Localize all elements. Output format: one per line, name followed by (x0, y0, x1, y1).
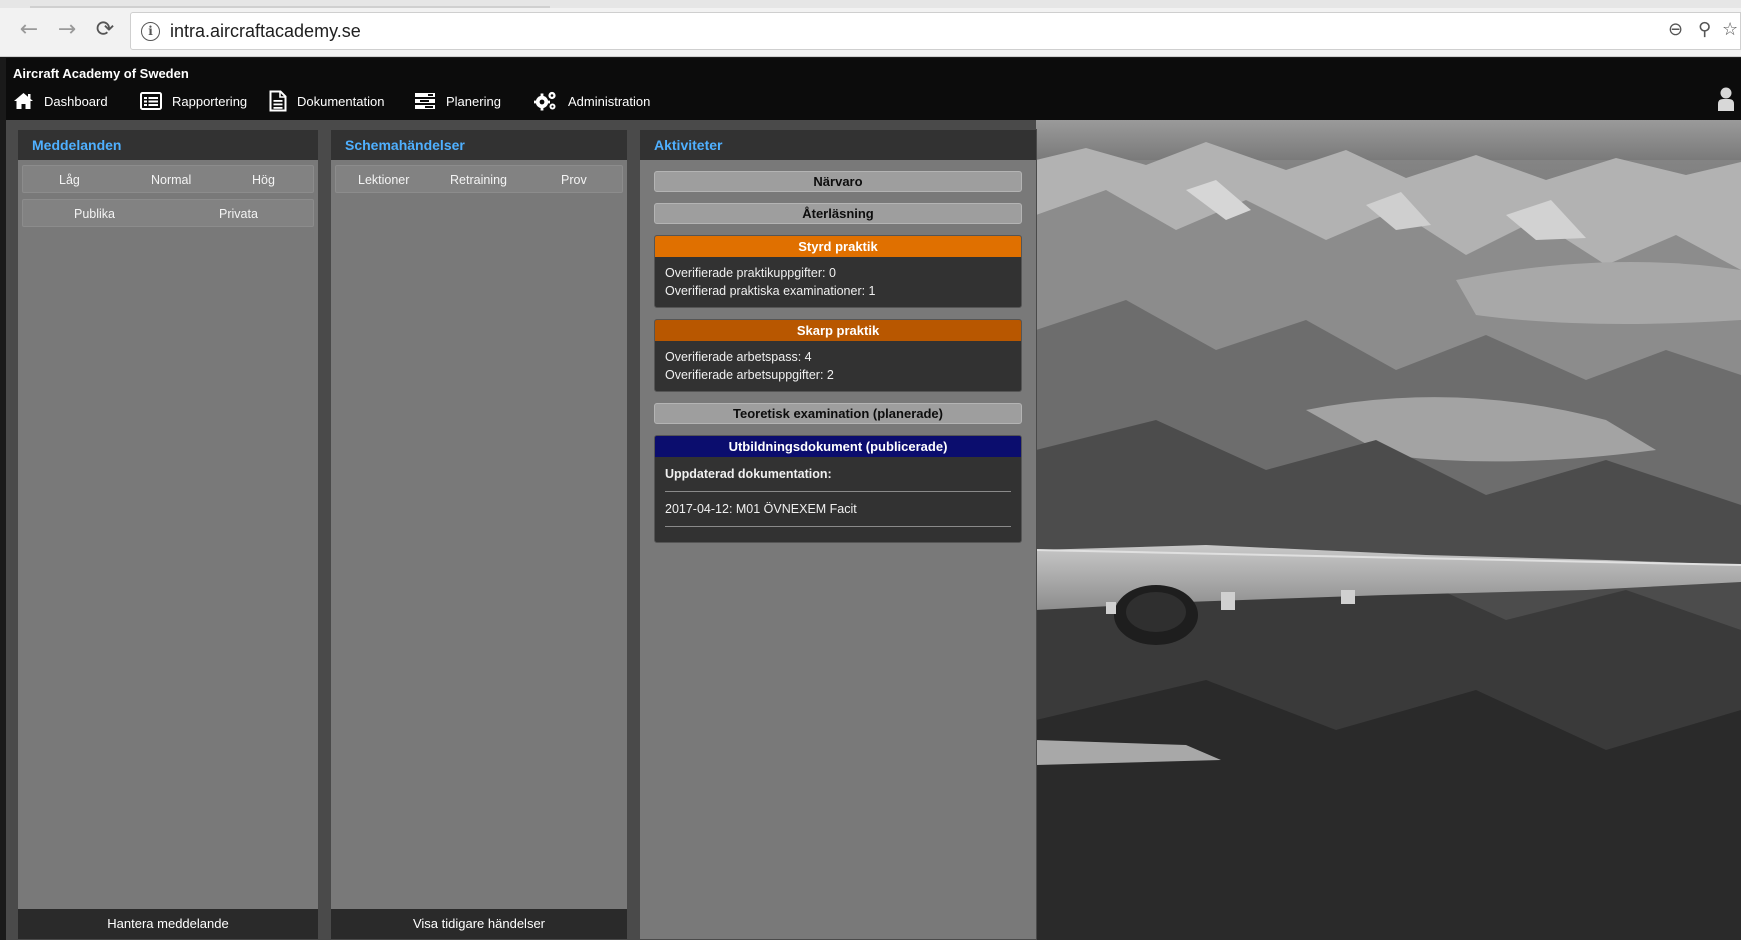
nav-rapportering[interactable]: Rapportering (140, 88, 247, 114)
skarp-praktik-arbetspass: Overifierade arbetspass: 4 (665, 350, 812, 364)
meddelanden-title: Meddelanden (18, 130, 318, 160)
teoretisk-examination-button[interactable]: Teoretisk examination (planerade) (654, 403, 1022, 424)
nav-administration[interactable]: Administration (534, 88, 650, 114)
meddelanden-panel: Meddelanden Låg Normal Hög Publika Priva… (17, 129, 319, 940)
document-icon (269, 90, 287, 112)
skarp-praktik-arbetsuppgifter: Overifierade arbetsuppgifter: 2 (665, 368, 834, 382)
pin-icon[interactable]: ⚲ (1698, 19, 1711, 40)
filter-privata[interactable]: Privata (219, 207, 258, 221)
aktiviteter-title: Aktiviteter (640, 130, 1036, 160)
nav-administration-label: Administration (568, 93, 651, 109)
styrd-praktik-examinationer: Overifierad praktiska examinationer: 1 (665, 284, 876, 298)
tasks-icon (415, 93, 435, 109)
divider (665, 526, 1011, 527)
skarp-praktik-header[interactable]: Skarp praktik (655, 320, 1021, 341)
filter-hog[interactable]: Hög (252, 173, 275, 187)
browser-chrome: ← → ⟳ i intra.aircraftacademy.se ⊖ ⚲ ☆ (0, 0, 1741, 57)
nav-planering-label: Planering (446, 93, 501, 109)
back-arrow-icon[interactable]: ← (16, 17, 42, 43)
url-text[interactable]: intra.aircraftacademy.se (170, 21, 361, 42)
gears-icon (534, 91, 556, 111)
hantera-meddelande-button[interactable]: Hantera meddelande (18, 909, 318, 939)
brand-title[interactable]: Aircraft Academy of Sweden (13, 66, 189, 81)
nav-dashboard-label: Dashboard (44, 93, 108, 109)
schema-filter-bar: Lektioner Retraining Prov (335, 165, 623, 193)
styrd-praktik-header[interactable]: Styrd praktik (655, 236, 1021, 257)
star-icon[interactable]: ☆ (1722, 19, 1738, 40)
filter-publika[interactable]: Publika (74, 207, 115, 221)
nav-dashboard[interactable]: Dashboard (13, 88, 108, 114)
priority-filter-bar: Låg Normal Hög (22, 165, 314, 193)
filter-normal[interactable]: Normal (151, 173, 191, 187)
reload-icon[interactable]: ⟳ (92, 17, 118, 43)
filter-retraining[interactable]: Retraining (450, 173, 507, 187)
aterlasning-button[interactable]: Återläsning (654, 203, 1022, 224)
utbildningsdokument-header[interactable]: Utbildningsdokument (publicerade) (655, 436, 1021, 457)
filter-prov[interactable]: Prov (561, 173, 587, 187)
filter-lag[interactable]: Låg (59, 173, 80, 187)
nav-dokumentation[interactable]: Dokumentation (269, 88, 384, 114)
app-navbar: Aircraft Academy of Sweden Dashboard Rap… (6, 58, 1741, 120)
nav-dokumentation-label: Dokumentation (297, 93, 385, 109)
skarp-praktik-card: Skarp praktik Overifierade arbetspass: 4… (654, 319, 1022, 392)
visa-tidigare-handelser-button[interactable]: Visa tidigare händelser (331, 909, 627, 939)
home-icon (14, 93, 33, 109)
document-entry[interactable]: 2017-04-12: M01 ÖVNEXEM Facit (665, 500, 1011, 518)
styrd-praktik-card: Styrd praktik Overifierade praktikuppgif… (654, 235, 1022, 308)
narvaro-button[interactable]: Närvaro (654, 171, 1022, 192)
nav-rapportering-label: Rapportering (172, 93, 248, 109)
schemahandelser-panel: Schemahändelser Lektioner Retraining Pro… (330, 129, 628, 940)
uppdaterad-dokumentation-heading: Uppdaterad dokumentation: (665, 467, 832, 481)
scope-filter-bar: Publika Privata (22, 199, 314, 227)
tab-strip (0, 0, 1741, 8)
zoom-out-icon[interactable]: ⊖ (1668, 19, 1683, 40)
user-icon[interactable] (1717, 86, 1735, 112)
utbildningsdokument-card: Utbildningsdokument (publicerade) Uppdat… (654, 435, 1022, 543)
filter-lektioner[interactable]: Lektioner (358, 173, 409, 187)
divider (665, 491, 1011, 492)
list-icon (140, 92, 162, 110)
active-tab-indicator (30, 6, 550, 8)
styrd-praktik-uppgifter: Overifierade praktikuppgifter: 0 (665, 266, 836, 280)
info-icon[interactable]: i (141, 22, 160, 41)
forward-arrow-icon[interactable]: → (54, 17, 80, 43)
nav-planering[interactable]: Planering (414, 88, 501, 114)
schemahandelser-title: Schemahändelser (331, 130, 627, 160)
address-bar[interactable]: i intra.aircraftacademy.se (130, 12, 1741, 50)
aktiviteter-panel: Aktiviteter Närvaro Återläsning Styrd pr… (639, 129, 1037, 940)
